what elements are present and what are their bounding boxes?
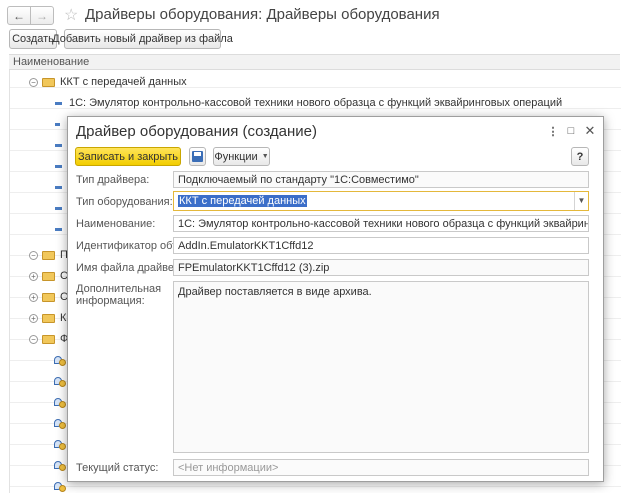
close-icon[interactable]: ✕ bbox=[583, 123, 597, 139]
tree-toggle-icon[interactable]: − bbox=[29, 250, 38, 260]
help-icon: ? bbox=[576, 150, 584, 163]
list-item[interactable] bbox=[54, 478, 66, 493]
column-header-name[interactable]: Наименование bbox=[9, 54, 620, 70]
status-label: Текущий статус: bbox=[76, 462, 159, 474]
folder-icon bbox=[42, 313, 55, 323]
chevron-down-icon: ▼ bbox=[261, 153, 269, 160]
driver-item-icon bbox=[54, 356, 66, 366]
main-header: ← → ☆ Драйверы оборудования: Драйверы об… bbox=[0, 0, 624, 28]
create-button[interactable]: Создать bbox=[9, 29, 57, 49]
back-arrow-icon: ← bbox=[13, 8, 25, 23]
driver-item-icon bbox=[54, 440, 66, 450]
tree-toggle-icon[interactable]: − bbox=[29, 334, 38, 344]
list-item[interactable] bbox=[54, 457, 66, 473]
driver-item-icon bbox=[54, 419, 66, 429]
add-driver-from-file-button[interactable]: Добавить новый драйвер из файла bbox=[52, 29, 233, 49]
main-toolbar: Создать Добавить новый драйвер из файла bbox=[0, 28, 624, 50]
list-item[interactable] bbox=[55, 116, 67, 132]
page-title: Драйверы оборудования: Драйверы оборудов… bbox=[85, 6, 440, 23]
back-button[interactable]: ← bbox=[7, 6, 31, 25]
equipment-type-value: ККТ с передачей данных bbox=[178, 195, 307, 207]
save-button[interactable] bbox=[189, 147, 206, 166]
functions-label: Функции bbox=[214, 150, 258, 163]
folder-icon bbox=[42, 334, 55, 344]
folder-icon bbox=[42, 77, 55, 87]
more-icon[interactable]: ⋮ bbox=[546, 125, 560, 138]
driver-item-icon bbox=[54, 461, 66, 471]
equipment-type-select[interactable]: ККТ с передачей данных ▼ bbox=[173, 191, 589, 211]
name-field[interactable]: 1С: Эмулятор контрольно-кассовой техники… bbox=[173, 215, 589, 232]
folder-icon bbox=[42, 292, 55, 302]
forward-button[interactable]: → bbox=[30, 6, 54, 25]
list-item[interactable] bbox=[54, 373, 66, 389]
list-item[interactable] bbox=[54, 394, 66, 410]
driver-item-icon bbox=[55, 206, 62, 210]
driver-item-icon bbox=[55, 101, 62, 105]
additional-info-label-line2: информация: bbox=[76, 295, 145, 307]
driver-type-label: Тип драйвера: bbox=[76, 174, 150, 186]
forward-arrow-icon: → bbox=[36, 8, 48, 23]
driver-item-icon bbox=[55, 227, 62, 231]
driver-item-icon bbox=[55, 122, 60, 126]
dialog-title: Драйвер оборудования (создание) bbox=[76, 123, 317, 140]
object-id-field[interactable]: AddIn.EmulatorKKT1Cffd12 bbox=[173, 237, 589, 254]
driver-create-dialog: Драйвер оборудования (создание) ⋮ □ ✕ За… bbox=[67, 116, 604, 482]
list-item[interactable]: − ККТ с передачей данных bbox=[29, 74, 187, 90]
driver-type-field[interactable]: Подключаемый по стандарту "1С:Совместимо… bbox=[173, 171, 589, 188]
tree-toggle-icon[interactable]: + bbox=[29, 292, 38, 302]
driver-item-icon bbox=[54, 398, 66, 408]
item-label: 1С: Эмулятор контрольно-кассовой техники… bbox=[69, 97, 563, 109]
file-name-field[interactable]: FPEmulatorKKT1Cffd12 (3).zip bbox=[173, 259, 589, 276]
help-button[interactable]: ? bbox=[571, 147, 589, 166]
tree-toggle-icon[interactable]: − bbox=[29, 77, 38, 87]
chevron-down-icon[interactable]: ▼ bbox=[574, 192, 588, 210]
driver-item-icon bbox=[55, 143, 62, 147]
driver-item-icon bbox=[54, 377, 66, 387]
list-item[interactable]: 1С: Эмулятор контрольно-кассовой техники… bbox=[55, 95, 562, 111]
driver-item-icon bbox=[54, 482, 66, 492]
driver-item-icon bbox=[55, 185, 62, 189]
list-item[interactable] bbox=[54, 415, 66, 431]
folder-icon bbox=[42, 250, 55, 260]
equipment-type-label: Тип оборудования: bbox=[76, 196, 173, 208]
tree-toggle-icon[interactable]: + bbox=[29, 313, 38, 323]
save-and-close-button[interactable]: Записать и закрыть bbox=[75, 147, 181, 166]
row-divider bbox=[10, 486, 621, 487]
list-item[interactable] bbox=[54, 436, 66, 452]
maximize-icon[interactable]: □ bbox=[564, 125, 578, 137]
group-label: ККТ с передачей данных bbox=[60, 76, 187, 88]
functions-button[interactable]: Функции ▼ bbox=[213, 147, 270, 166]
additional-info-field[interactable]: Драйвер поставляется в виде архива. bbox=[173, 281, 589, 453]
status-field: <Нет информации> bbox=[173, 459, 589, 476]
star-icon[interactable]: ☆ bbox=[64, 5, 78, 25]
save-disk-icon bbox=[192, 151, 203, 162]
list-item[interactable] bbox=[54, 352, 66, 368]
driver-item-icon bbox=[55, 164, 62, 168]
tree-toggle-icon[interactable]: + bbox=[29, 271, 38, 281]
name-label: Наименование: bbox=[76, 218, 156, 230]
folder-icon bbox=[42, 271, 55, 281]
